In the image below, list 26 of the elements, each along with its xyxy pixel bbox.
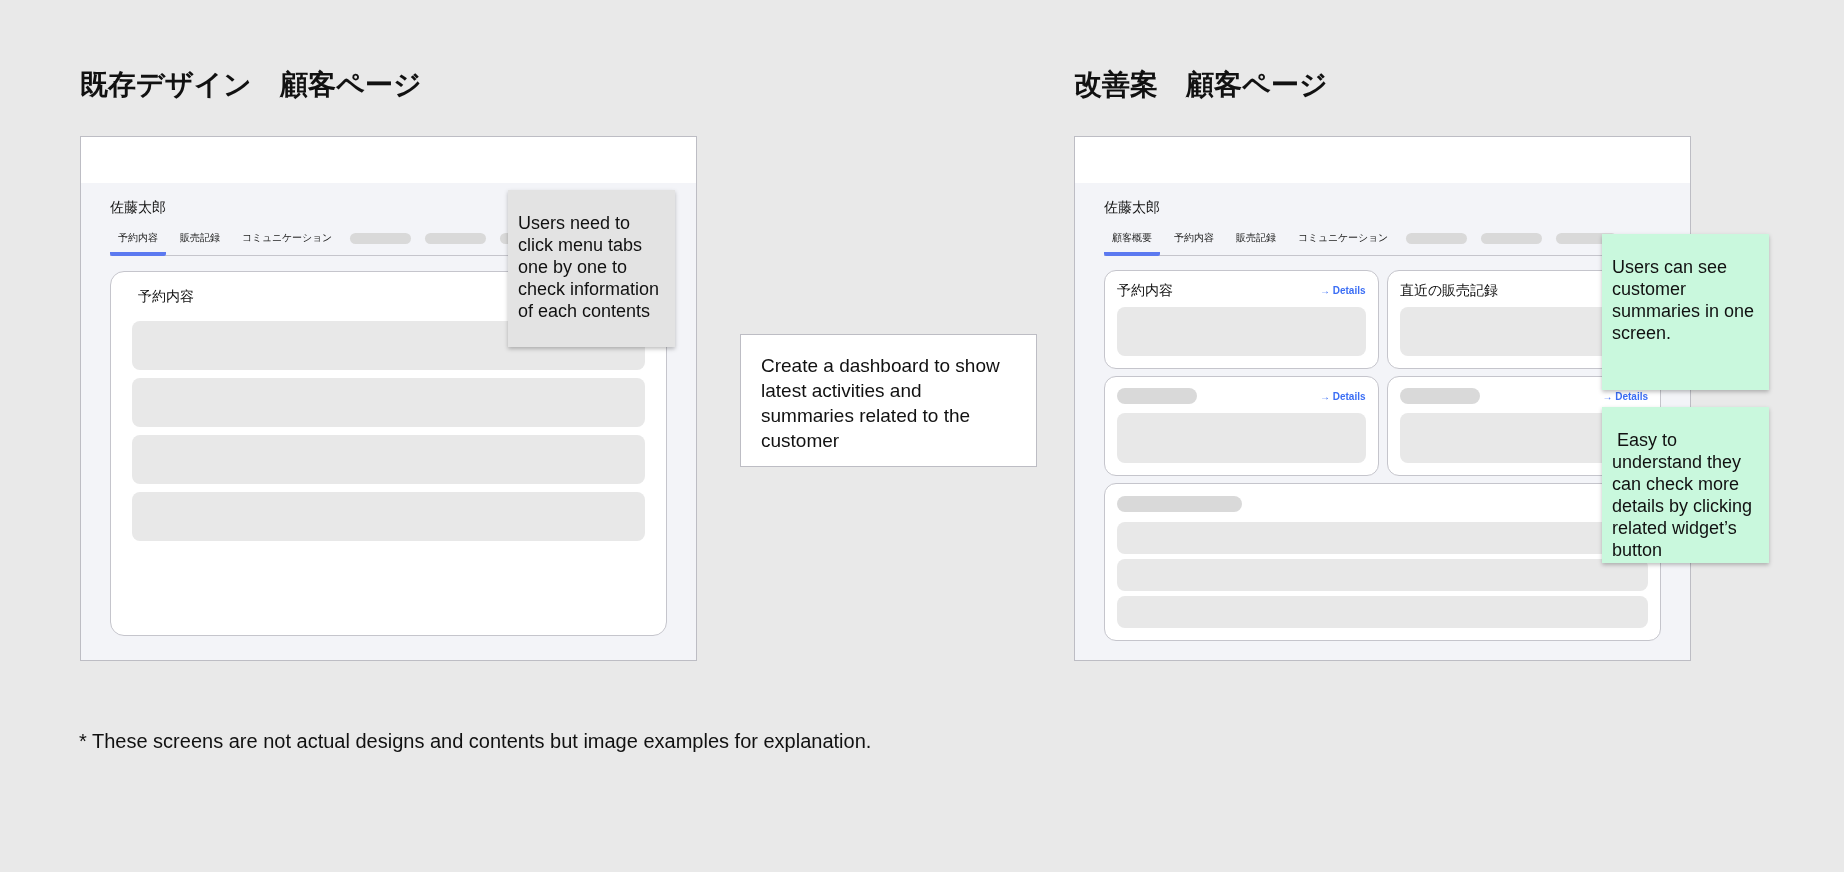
- customer-name: 佐藤太郎: [1104, 198, 1161, 217]
- text-note: Create a dashboard to show latest activities and summaries related to the customer: [740, 334, 1037, 467]
- sticky-note: Users need to click menu tabs one by one to check information of each contents: [508, 190, 675, 347]
- tab[interactable]: 予約内容: [110, 226, 166, 256]
- sticky-note: Users can see customer summaries in one screen.: [1602, 234, 1769, 390]
- card-title: 予約内容: [138, 287, 194, 306]
- footnote: * These screens are not actual designs and contents but image examples for explanation.: [79, 729, 872, 754]
- tab[interactable]: 販売記録: [172, 226, 228, 256]
- tab-placeholder: [350, 233, 411, 244]
- tab-placeholder: [1406, 233, 1467, 244]
- sticky-note: Easy to understand they can check more details by clicking related widget’s button: [1602, 407, 1769, 563]
- widget-title: 予約内容: [1117, 280, 1173, 300]
- customer-name: 佐藤太郎: [110, 198, 167, 217]
- tab[interactable]: 顧客概要: [1104, 226, 1160, 256]
- tab[interactable]: 販売記録: [1228, 226, 1284, 256]
- tab[interactable]: コミュニケーション: [1290, 226, 1396, 256]
- details-link[interactable]: → Details: [1602, 388, 1648, 404]
- tab-placeholder: [425, 233, 486, 244]
- details-link[interactable]: → Details: [1319, 388, 1366, 404]
- page-title: 改善案 顧客ページ: [1074, 68, 1328, 102]
- tab-placeholder: [1481, 233, 1542, 244]
- page-title: 既存デザイン 顧客ページ: [80, 68, 422, 102]
- tab[interactable]: コミュニケーション: [234, 226, 340, 256]
- widget-title: 直近の販売記録: [1399, 280, 1498, 300]
- details-link[interactable]: → Details: [1319, 282, 1366, 298]
- tab[interactable]: 予約内容: [1166, 226, 1222, 256]
